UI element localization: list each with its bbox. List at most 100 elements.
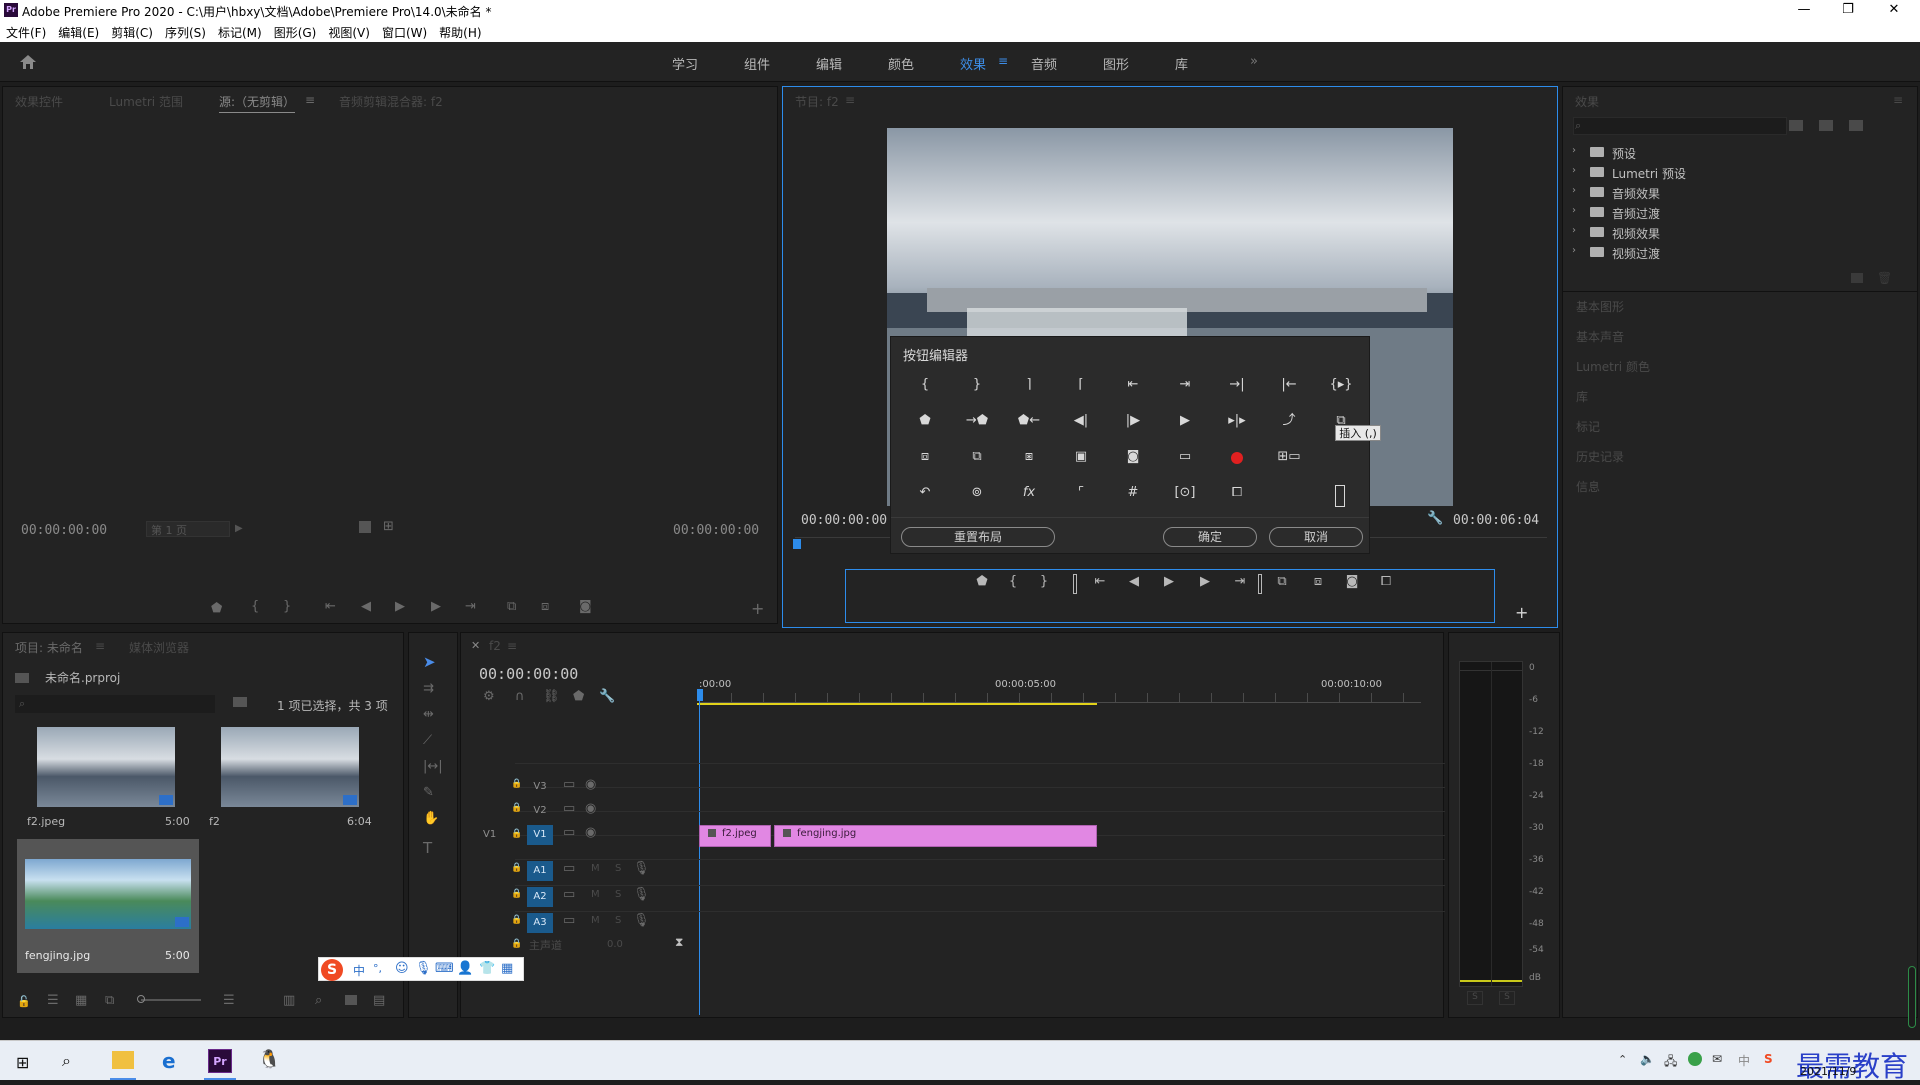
linked-selection-icon[interactable]: ⛓ <box>543 689 560 704</box>
tab-timeline-sequence[interactable]: f2 <box>489 639 501 653</box>
program-spacer-icon[interactable] <box>1073 574 1077 594</box>
project-item-thumbnail[interactable] <box>221 727 359 807</box>
work-area-bar[interactable] <box>697 703 1097 705</box>
panel-essential-graphics[interactable]: 基本图形 <box>1576 298 1624 315</box>
program-lift-icon[interactable]: ⧉ <box>1270 574 1294 589</box>
zoom-slider[interactable] <box>141 999 201 1001</box>
solo-button[interactable]: S <box>615 915 621 926</box>
search-icon[interactable]: ⌕ <box>62 1051 71 1071</box>
nest-icon[interactable]: ⚙ <box>483 689 495 704</box>
program-tab-menu-icon[interactable]: ≡ <box>845 93 855 107</box>
solo-button[interactable]: S <box>615 889 621 900</box>
source-page-next-icon[interactable]: ▶ <box>235 523 243 534</box>
panel-markers[interactable]: 标记 <box>1576 418 1600 435</box>
be-play-icon[interactable]: ▶ <box>1173 411 1197 431</box>
find-icon[interactable]: ⌕ <box>315 993 322 1008</box>
be-overwrite-icon[interactable]: ⧉ <box>965 447 989 467</box>
restore-icon[interactable]: ❐ <box>1828 2 1868 17</box>
program-comparison-icon[interactable]: ⧠ <box>1374 574 1398 589</box>
be-go-to-next-marker-icon[interactable]: →⬟ <box>965 411 989 431</box>
qq-icon[interactable]: 🐧 <box>258 1049 280 1070</box>
menu-clip[interactable]: 剪辑(C) <box>105 20 159 41</box>
sync-lock-icon[interactable]: ▭ <box>563 887 575 902</box>
timeline-close-icon[interactable]: ✕ <box>471 639 480 652</box>
skin-icon[interactable]: 👕 <box>479 961 495 976</box>
menu-view[interactable]: 视图(V) <box>322 20 376 41</box>
chevron-right-icon[interactable]: › <box>1572 205 1576 216</box>
effects-search-input[interactable] <box>1573 117 1787 135</box>
source-timecode-left[interactable]: 00:00:00:00 <box>21 523 107 538</box>
menu-file[interactable]: 文件(F) <box>0 20 52 41</box>
panel-lumetri-color[interactable]: Lumetri 颜色 <box>1576 358 1650 375</box>
accelerated-effects-icon[interactable] <box>1789 120 1803 131</box>
be-go-to-in-icon[interactable]: ⇤ <box>1121 375 1145 395</box>
type-tool-icon[interactable]: T <box>423 839 432 857</box>
track-label-v3[interactable]: V3 <box>527 777 553 797</box>
project-item-name[interactable]: f2 <box>209 815 220 828</box>
file-explorer-icon[interactable] <box>112 1051 134 1069</box>
source-page-select[interactable]: 第 1 页 <box>146 521 230 537</box>
new-item-icon[interactable]: ▤ <box>373 993 385 1008</box>
track-label-a3[interactable]: A3 <box>527 913 553 933</box>
lock-icon[interactable]: 🔒 <box>511 889 522 899</box>
track-select-tool-icon[interactable]: ⇉ <box>423 681 434 696</box>
eye-icon[interactable]: ◉ <box>585 777 596 792</box>
tray-ime-icon[interactable]: 中 <box>1738 1052 1750 1069</box>
source-button-editor-icon[interactable]: + <box>751 599 764 618</box>
source-marker-icon[interactable]: ⬟ <box>211 601 222 616</box>
project-item-name[interactable]: f2.jpeg <box>27 815 65 828</box>
program-extract-icon[interactable]: ⧈ <box>1306 574 1330 589</box>
panel-libraries[interactable]: 库 <box>1576 388 1588 405</box>
solo-right-button[interactable]: S <box>1499 991 1515 1005</box>
mute-button[interactable]: M <box>591 915 600 926</box>
workspace-tab-learn[interactable]: 学习 <box>672 54 698 73</box>
project-item-selected[interactable]: fengjing.jpg 5:00 <box>17 839 199 973</box>
program-marker-icon[interactable]: ⬟ <box>970 574 994 589</box>
be-go-to-prev-edit-icon[interactable]: |← <box>1277 375 1301 395</box>
program-mark-in-icon[interactable]: { <box>1001 574 1025 589</box>
yuv-effects-icon[interactable] <box>1849 120 1863 131</box>
program-settings-icon[interactable]: 🔧 <box>1427 511 1443 526</box>
home-icon[interactable] <box>19 54 37 70</box>
source-tab-menu-icon[interactable]: ≡ <box>305 93 315 107</box>
timeline-clip[interactable]: f2.jpeg <box>699 825 771 847</box>
32bit-effects-icon[interactable] <box>1819 120 1833 131</box>
sort-icon[interactable]: ☰ <box>223 993 235 1008</box>
lock-icon[interactable]: 🔒 <box>511 829 522 839</box>
ripple-edit-tool-icon[interactable]: ⇹ <box>423 707 434 722</box>
be-safe-margins-icon[interactable]: ▣ <box>1069 447 1093 467</box>
track-label-v1[interactable]: V1 <box>527 825 553 845</box>
timeline-tab-menu-icon[interactable]: ≡ <box>507 639 517 653</box>
project-search-input[interactable] <box>15 695 215 713</box>
tab-media-browser[interactable]: 媒体浏览器 <box>129 639 189 656</box>
menu-window[interactable]: 窗口(W) <box>376 20 433 41</box>
new-bin-icon[interactable] <box>1851 273 1863 283</box>
sync-lock-icon[interactable]: ▭ <box>563 825 575 840</box>
chevron-right-icon[interactable]: › <box>1572 145 1576 156</box>
selection-tool-icon[interactable]: ➤ <box>423 653 436 671</box>
workspace-tab-assembly[interactable]: 组件 <box>744 54 770 73</box>
network-icon[interactable]: 🖧 <box>1664 1052 1677 1073</box>
be-step-forward-icon[interactable]: |▶ <box>1121 411 1145 431</box>
cancel-button[interactable]: 取消 <box>1269 527 1363 547</box>
be-add-marker-icon[interactable]: ⬟ <box>913 411 937 431</box>
slip-tool-icon[interactable]: |↔| <box>423 759 443 774</box>
chevron-right-icon[interactable]: › <box>1572 245 1576 256</box>
timeline-clip[interactable]: fengjing.jpg <box>773 825 1097 847</box>
be-mark-in-icon[interactable]: { <box>913 375 937 395</box>
be-closed-captions-icon[interactable]: ▭ <box>1173 447 1197 467</box>
be-go-to-prev-marker-icon[interactable]: ⬟← <box>1017 411 1041 431</box>
workspace-tab-effects[interactable]: 效果 <box>960 54 986 73</box>
tab-audio-clip-mixer[interactable]: 音频剪辑混合器: f2 <box>339 93 443 110</box>
razor-tool-icon[interactable]: ⟋ <box>423 733 432 748</box>
project-tab-menu-icon[interactable]: ≡ <box>95 639 105 653</box>
mute-button[interactable]: M <box>591 889 600 900</box>
vertical-scrollbar[interactable] <box>1908 966 1916 1028</box>
microphone-icon[interactable]: 🎙 <box>415 961 432 976</box>
be-comparison-icon[interactable]: ⧠ <box>1225 483 1249 503</box>
add-marker-icon[interactable]: ⬟ <box>573 689 584 704</box>
tray-chevron-up-icon[interactable]: ⌃ <box>1618 1053 1627 1066</box>
tray-sogou-icon[interactable]: S <box>1764 1052 1773 1066</box>
be-play-in-to-out-icon[interactable]: {▸} <box>1329 375 1353 395</box>
be-loop-icon[interactable]: ⤴ <box>1277 411 1301 431</box>
